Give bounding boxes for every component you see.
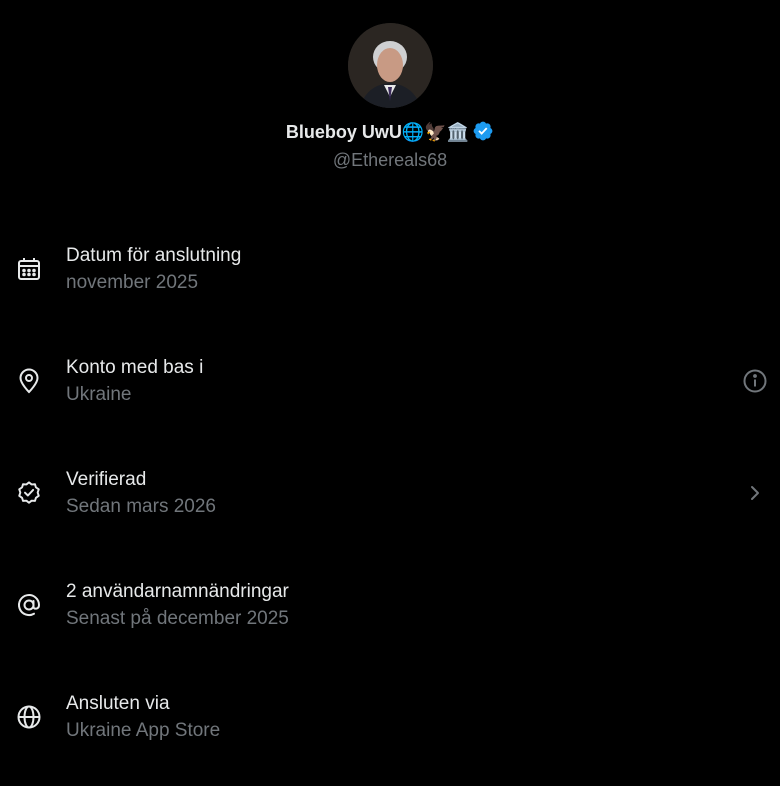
row-title: Ansluten via: [66, 693, 170, 714]
row-subtitle: Ukraine App Store: [66, 720, 221, 741]
info-row-account-based-in: Konto med bas i Ukraine: [0, 338, 780, 450]
row-subtitle: november 2025: [66, 272, 199, 293]
row-subtitle: Sedan mars 2026: [66, 496, 216, 517]
info-row-verified[interactable]: Verifierad Sedan mars 2026: [0, 450, 780, 562]
username-handle: @Ethereals68: [332, 150, 448, 170]
name-emojis: 🌐🦅🏛️: [401, 122, 470, 143]
calendar-icon: [16, 256, 42, 282]
chevron-right-icon[interactable]: [742, 480, 768, 506]
display-name: Blueboy UwU: [285, 122, 402, 142]
account-info-list: Datum för anslutning november 2025 Konto…: [0, 226, 780, 786]
location-pin-icon: [16, 368, 42, 394]
avatar-image: [348, 23, 433, 108]
row-subtitle: Senast på december 2025: [66, 608, 289, 629]
info-row-connected-via: Ansluten via Ukraine App Store: [0, 674, 780, 786]
display-name-row: Blueboy UwU🌐🦅🏛️: [0, 120, 780, 148]
avatar[interactable]: [348, 23, 433, 108]
row-title: Verifierad: [66, 469, 147, 490]
profile-header: Blueboy UwU🌐🦅🏛️ @Ethereals68: [0, 0, 780, 190]
verified-badge-icon: [16, 480, 42, 506]
globe-icon: [16, 704, 42, 730]
row-title: Datum för anslutning: [66, 245, 242, 266]
row-title: 2 användarnamnändringar: [66, 581, 289, 602]
info-row-username-changes: 2 användarnamnändringar Senast på decemb…: [0, 562, 780, 674]
verified-badge-icon[interactable]: [472, 120, 494, 148]
row-title: Konto med bas i: [66, 357, 204, 378]
info-row-join-date: Datum för anslutning november 2025: [0, 226, 780, 338]
at-sign-icon: [16, 592, 42, 618]
row-subtitle: Ukraine: [66, 384, 132, 405]
info-icon[interactable]: [742, 368, 768, 394]
